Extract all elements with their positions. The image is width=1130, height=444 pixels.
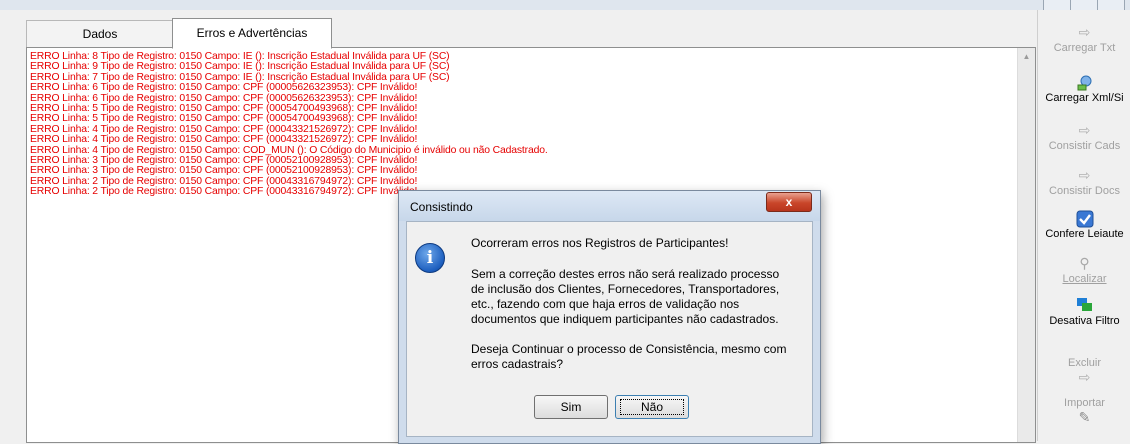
sidebar-item-label: Carregar Txt [1053, 42, 1116, 54]
dialog-titlebar[interactable]: Consistindo x [399, 191, 820, 221]
sidebar-item-consistir-docs[interactable]: ⇨ Consistir Docs [1038, 167, 1130, 197]
load-xml-icon [1038, 74, 1130, 91]
close-button[interactable]: x [766, 192, 812, 212]
sidebar-item-label: Importar [1064, 397, 1105, 409]
scroll-up-icon[interactable]: ▲ [1018, 48, 1035, 65]
sidebar-item-label: Confere Leiaute [1045, 228, 1124, 240]
action-sidebar: ⇨ Carregar Txt Carregar Xml/Si ⇨ Consist… [1037, 10, 1130, 441]
sidebar-item-importar[interactable]: Importar ✎ [1038, 395, 1130, 425]
message-question: Deseja Continuar o processo de Consistên… [471, 342, 791, 372]
consistindo-dialog: Consistindo x i Ocorreram erros nos Regi… [398, 190, 821, 444]
sidebar-item-label: Desativa Filtro [1049, 315, 1120, 327]
load-txt-icon: ⇨ [1078, 24, 1091, 40]
close-icon: x [785, 195, 793, 209]
message-title: Ocorreram erros nos Registros de Partici… [471, 236, 729, 250]
delete-icon: ⇨ [1078, 369, 1091, 385]
error-log-list: ERRO Linha: 8 Tipo de Registro: 0150 Cam… [30, 51, 548, 197]
search-icon: ⚲ [1079, 255, 1090, 271]
filter-icon [1038, 297, 1130, 313]
sidebar-item-carregar-xml[interactable]: Carregar Xml/Si [1038, 74, 1130, 104]
sidebar-item-label: Carregar Xml/Si [1045, 92, 1124, 104]
arrow-right-icon: ⇨ [1078, 122, 1091, 138]
vertical-scrollbar[interactable]: ▲ [1017, 48, 1035, 442]
sidebar-item-carregar-txt[interactable]: ⇨ Carregar Txt [1038, 24, 1130, 54]
log-line: ERRO Linha: 6 Tipo de Registro: 0150 Cam… [30, 82, 418, 94]
sidebar-item-confere-leiaute[interactable]: Confere Leiaute [1038, 210, 1130, 240]
import-icon: ✎ [1078, 409, 1091, 425]
no-button[interactable]: Não [615, 395, 689, 419]
question-line: erros cadastrais? [471, 357, 564, 371]
dialog-body: i Ocorreram erros nos Registros de Parti… [406, 221, 813, 437]
yes-button[interactable]: Sim [534, 395, 608, 419]
focus-rect [620, 399, 684, 415]
message-body-line: documentos que indiquem participantes nã… [471, 312, 779, 326]
dialog-title: Consistindo [410, 200, 473, 214]
sidebar-item-label: Localizar [1038, 273, 1130, 285]
sidebar-item-label: Excluir [1067, 357, 1101, 369]
sidebar-item-desativa-filtro[interactable]: Desativa Filtro [1038, 297, 1130, 327]
tab-erros-advertencias[interactable]: Erros e Advertências [172, 18, 332, 49]
arrow-right-icon: ⇨ [1078, 167, 1091, 183]
sidebar-item-label: Consistir Docs [1049, 185, 1120, 197]
message-body: Sem a correção destes erros não será rea… [471, 267, 791, 327]
checkbox-icon [1038, 210, 1130, 228]
sidebar-item-consistir-cads[interactable]: ⇨ Consistir Cads [1038, 122, 1130, 152]
sidebar-item-label: Consistir Cads [1048, 140, 1121, 152]
sidebar-item-localizar[interactable]: ⚲ Localizar [1038, 255, 1130, 285]
info-icon: i [415, 243, 445, 273]
message-body-line: Sem a correção destes erros não será rea… [471, 267, 780, 281]
question-line: Deseja Continuar o processo de Consistên… [471, 342, 787, 356]
tab-dados[interactable]: Dados [26, 20, 174, 47]
log-line: ERRO Linha: 4 Tipo de Registro: 0150 Cam… [30, 134, 418, 146]
message-body-line: etc., fazendo com que haja erros de vali… [471, 297, 740, 311]
localizar-text: Localizar [1062, 273, 1107, 285]
message-body-line: de inclusão dos Clientes, Fornecedores, … [471, 282, 780, 296]
sidebar-item-excluir[interactable]: Excluir ⇨ [1038, 355, 1130, 385]
